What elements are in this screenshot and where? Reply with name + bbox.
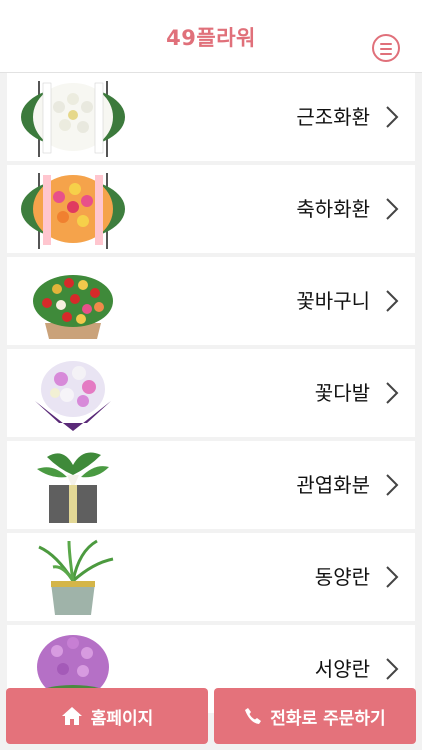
category-item-celebration-wreath[interactable]: 축하화환 (7, 165, 415, 253)
funeral-wreath-image (21, 81, 125, 157)
chevron-right-icon (386, 106, 399, 128)
homepage-button[interactable]: 홈페이지 (6, 688, 208, 744)
chevron-right-icon (386, 382, 399, 404)
category-item-bouquet[interactable]: 꽃다발 (7, 349, 415, 437)
homepage-button-label: 홈페이지 (90, 708, 154, 729)
celebration-wreath-image (21, 173, 125, 249)
chevron-right-icon (386, 566, 399, 588)
category-label: 관엽화분 (296, 473, 370, 497)
app-title: 49플라워 (166, 26, 256, 50)
phone-icon (245, 708, 262, 724)
hamburger-menu-icon[interactable] (372, 34, 400, 62)
category-item-foliage-plant[interactable]: 관엽화분 (7, 441, 415, 529)
call-order-button-label: 전화로 주문하기 (270, 708, 386, 729)
category-label: 동양란 (314, 565, 370, 589)
chevron-right-icon (386, 198, 399, 220)
chevron-right-icon (386, 658, 399, 680)
category-item-flower-basket[interactable]: 꽃바구니 (7, 257, 415, 345)
call-order-button[interactable]: 전화로 주문하기 (214, 688, 416, 744)
home-icon (61, 707, 82, 725)
chevron-right-icon (386, 290, 399, 312)
bottom-action-bar: 홈페이지 전화로 주문하기 (0, 686, 422, 750)
category-label: 근조화환 (296, 105, 370, 129)
category-label: 축하화환 (296, 197, 370, 221)
category-list: 근조화환 축하화환 꽃바구니 꽃다발 관엽화분 동양란 서양란 (7, 73, 415, 717)
category-item-funeral-wreath[interactable]: 근조화환 (7, 73, 415, 161)
category-label: 꽃다발 (314, 381, 370, 405)
chevron-right-icon (386, 474, 399, 496)
flower-basket-image (33, 275, 113, 339)
category-item-oriental-orchid[interactable]: 동양란 (7, 533, 415, 621)
bouquet-image (35, 361, 111, 431)
oriental-orchid-image (38, 539, 114, 615)
app-header: 49플라워 (0, 0, 422, 73)
foliage-plant-pot-image (37, 452, 109, 523)
category-label: 꽃바구니 (296, 289, 370, 313)
